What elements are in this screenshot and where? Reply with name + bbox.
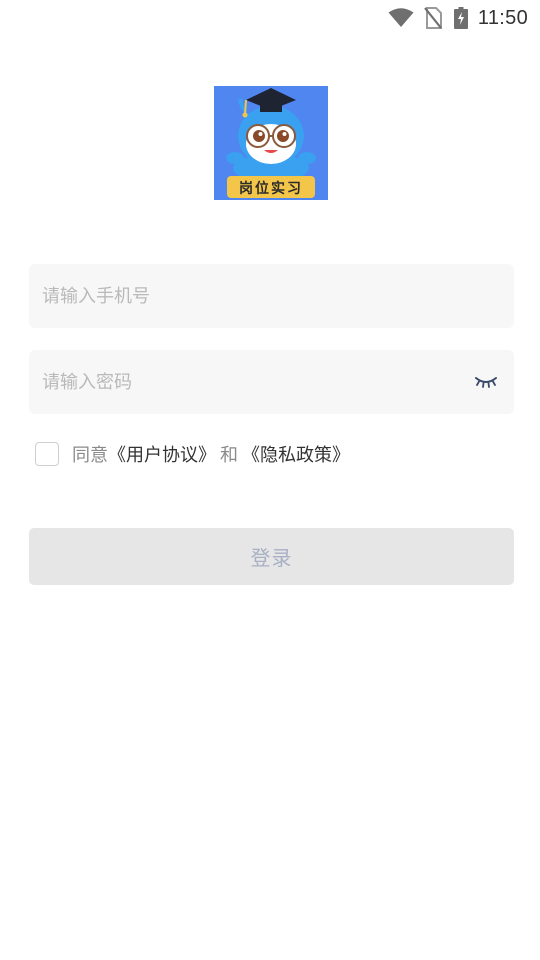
agreement-and: 和 [220,445,238,466]
password-field [29,350,514,414]
logo-text: 岗位实习 [239,180,303,197]
wifi-icon [388,8,414,27]
login-button[interactable]: 登录 [29,528,514,585]
status-time: 11:50 [477,6,528,29]
phone-input[interactable] [42,264,462,328]
login-screen: 11:50 岗位实习 请输入手机号 同意 《用户协议》 和 《隐私政策》 登录 [0,0,540,960]
no-sim-icon [424,7,442,29]
phone-field [29,264,514,328]
privacy-policy-link[interactable]: 《隐私政策》 [242,441,350,467]
app-logo: 岗位实习 [214,86,328,200]
agreement-checkbox[interactable] [35,442,59,466]
eye-closed-icon[interactable] [474,374,498,390]
password-input[interactable] [42,350,462,414]
battery-charging-icon [453,7,468,29]
status-bar: 11:50 [0,0,540,36]
user-agreement-link[interactable]: 《用户协议》 [108,441,216,467]
agreement-prefix: 同意 [72,445,108,466]
status-icons: 11:50 [388,4,528,32]
agreement-row: 同意 《用户协议》 和 《隐私政策》 [35,440,350,468]
